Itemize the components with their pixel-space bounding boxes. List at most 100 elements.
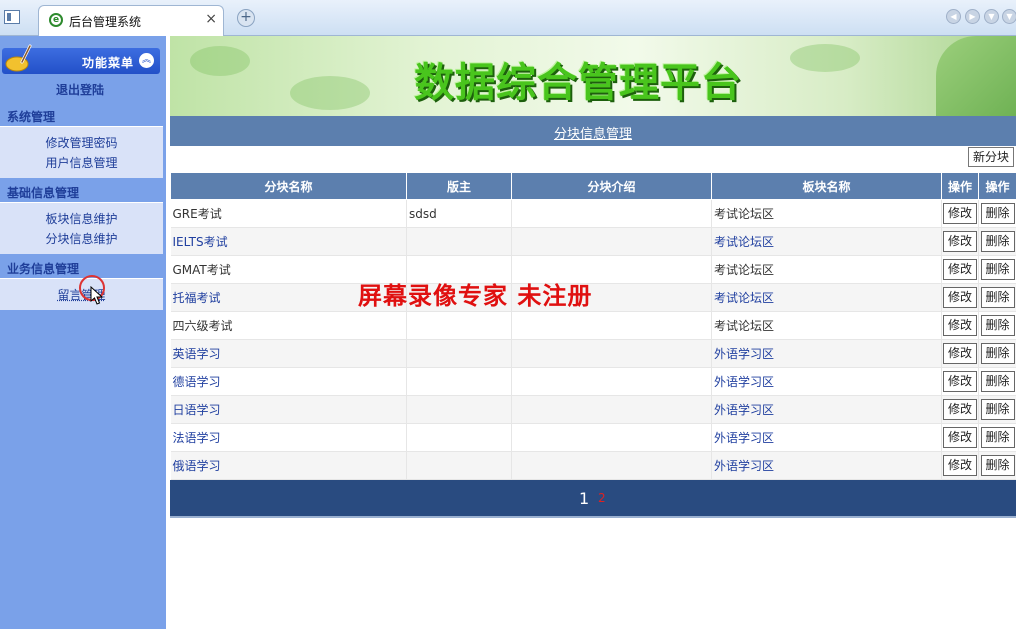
delete-button[interactable]: 删除 [980, 231, 1015, 252]
edit-button[interactable]: 修改 [943, 399, 977, 420]
cell-moderator [406, 367, 512, 396]
menu-item-user-management[interactable]: 用户信息管理 [0, 153, 163, 173]
cell-action: 修改 [941, 199, 979, 228]
cell-action: 删除 [978, 395, 1016, 424]
tab-list-icon[interactable] [4, 10, 20, 24]
subboard-table: 分块名称 版主 分块介绍 板块名称 操作 操作 GRE考试 sdsd 考试论坛区 修改… [170, 172, 1016, 480]
cell-intro [511, 451, 712, 480]
delete-button[interactable]: 删除 [980, 287, 1015, 308]
banner-figure [936, 36, 1016, 116]
cell-action: 修改 [941, 339, 979, 368]
header-intro: 分块介绍 [511, 172, 712, 200]
dropdown-icon[interactable]: ▼ [984, 9, 999, 24]
cell-board: 考试论坛区 [711, 227, 942, 256]
menu-item-board-maintenance[interactable]: 板块信息维护 [0, 209, 163, 229]
section-system-title[interactable]: 系统管理 [7, 108, 55, 125]
delete-button[interactable]: 删除 [980, 427, 1015, 448]
new-tab-button[interactable]: + [237, 9, 255, 27]
logout-link[interactable]: 退出登陆 [0, 81, 160, 98]
forward-icon[interactable]: ▶ [965, 9, 980, 24]
cell-intro [511, 311, 712, 340]
cell-intro [511, 367, 712, 396]
delete-button[interactable]: 删除 [980, 455, 1015, 476]
watermark: 屏幕录像专家 未注册 [358, 281, 593, 310]
new-subboard-button[interactable]: 新分块 [968, 147, 1014, 167]
cell-board: 考试论坛区 [711, 255, 942, 284]
cell-moderator [406, 395, 512, 424]
menu-header: 功能菜单 ︽ [2, 44, 160, 74]
cell-action: 修改 [941, 395, 979, 424]
cell-action: 修改 [941, 283, 979, 312]
menu-item-change-password[interactable]: 修改管理密码 [0, 133, 163, 153]
delete-button[interactable]: 删除 [980, 343, 1015, 364]
cell-action: 删除 [978, 339, 1016, 368]
table-row: IELTS考试 考试论坛区 修改 删除 [170, 227, 1016, 256]
main-content: 数据综合管理平台 分块信息管理 新分块 分块名称 版主 分块介绍 板块名称 操作… [166, 36, 1016, 629]
delete-button[interactable]: 删除 [980, 399, 1015, 420]
cell-board: 外语学习区 [711, 423, 942, 452]
cell-moderator [406, 339, 512, 368]
close-icon[interactable]: × [205, 11, 217, 27]
header-moderator: 版主 [406, 172, 512, 200]
table-row: GMAT考试 考试论坛区 修改 删除 [170, 255, 1016, 284]
cell-board: 外语学习区 [711, 395, 942, 424]
cell-action: 删除 [978, 255, 1016, 284]
cell-action: 删除 [978, 199, 1016, 228]
pagination: 1 2 [170, 480, 1016, 518]
cell-action: 修改 [941, 423, 979, 452]
delete-button[interactable]: 删除 [980, 203, 1015, 224]
section-business-title[interactable]: 业务信息管理 [7, 260, 79, 277]
delete-button[interactable]: 删除 [980, 259, 1015, 280]
table-row: 英语学习 外语学习区 修改 删除 [170, 339, 1016, 368]
cell-moderator: sdsd [406, 199, 512, 228]
cell-name: IELTS考试 [170, 227, 407, 256]
cell-name: 四六级考试 [170, 311, 407, 340]
table-row: 德语学习 外语学习区 修改 删除 [170, 367, 1016, 396]
table-row: 俄语学习 外语学习区 修改 删除 [170, 451, 1016, 480]
cell-action: 删除 [978, 227, 1016, 256]
header-action-delete: 操作 [978, 172, 1016, 200]
table-row: GRE考试 sdsd 考试论坛区 修改 删除 [170, 199, 1016, 228]
table-row: 托福考试 考试论坛区 修改 删除 [170, 283, 1016, 312]
page-1[interactable]: 1 [579, 489, 589, 508]
menu-icon[interactable]: ▼ [1002, 9, 1016, 24]
mouse-cursor-icon [90, 286, 104, 305]
cell-action: 修改 [941, 451, 979, 480]
cell-name: 法语学习 [170, 423, 407, 452]
collapse-icon[interactable]: ︽ [139, 53, 154, 68]
section-basic-title[interactable]: 基础信息管理 [7, 184, 79, 201]
delete-button[interactable]: 删除 [980, 371, 1015, 392]
back-icon[interactable]: ◀ [946, 9, 961, 24]
ie-icon: e [49, 13, 63, 27]
edit-button[interactable]: 修改 [943, 343, 977, 364]
page-2[interactable]: 2 [598, 491, 606, 505]
cell-action: 修改 [941, 311, 979, 340]
cell-moderator [406, 451, 512, 480]
page-title[interactable]: 分块信息管理 [170, 123, 1016, 142]
edit-button[interactable]: 修改 [943, 259, 977, 280]
edit-button[interactable]: 修改 [943, 287, 977, 308]
decor-leaf [290, 76, 370, 110]
cell-moderator [406, 227, 512, 256]
subtitle-bar: 分块信息管理 [170, 116, 1016, 146]
edit-button[interactable]: 修改 [943, 371, 977, 392]
edit-button[interactable]: 修改 [943, 427, 977, 448]
cell-name: 日语学习 [170, 395, 407, 424]
cell-name: 英语学习 [170, 339, 407, 368]
edit-button[interactable]: 修改 [943, 231, 977, 252]
cell-board: 考试论坛区 [711, 199, 942, 228]
cell-name: 德语学习 [170, 367, 407, 396]
menu-item-subboard-maintenance[interactable]: 分块信息维护 [0, 229, 163, 249]
cell-intro [511, 227, 712, 256]
cell-intro [511, 423, 712, 452]
browser-tab[interactable]: e 后台管理系统 × [38, 5, 224, 36]
decor-leaf [790, 44, 860, 72]
cell-board: 外语学习区 [711, 339, 942, 368]
cell-board: 考试论坛区 [711, 311, 942, 340]
delete-button[interactable]: 删除 [980, 315, 1015, 336]
edit-button[interactable]: 修改 [943, 455, 977, 476]
cell-action: 删除 [978, 451, 1016, 480]
edit-button[interactable]: 修改 [943, 203, 977, 224]
cell-intro [511, 199, 712, 228]
edit-button[interactable]: 修改 [943, 315, 977, 336]
